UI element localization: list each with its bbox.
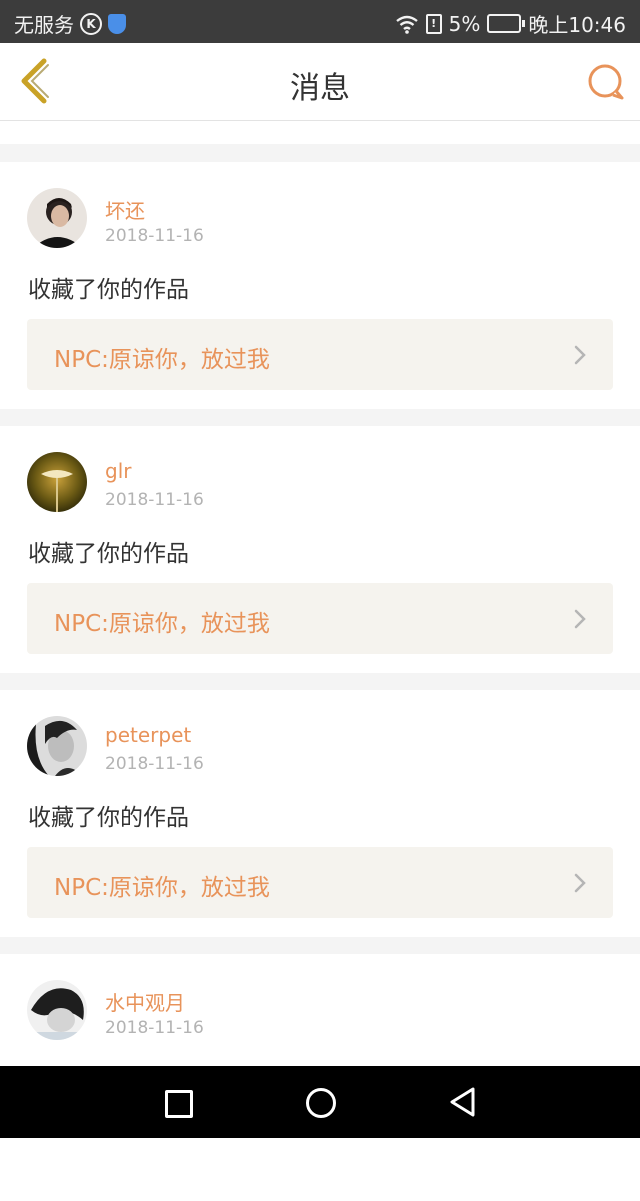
avatar[interactable] <box>27 980 87 1040</box>
work-title: NPC:原谅你，放过我 <box>54 347 270 373</box>
triangle-back-icon[interactable] <box>448 1086 478 1118</box>
status-right: ! 5% 晚上10:46 <box>395 9 626 38</box>
work-link[interactable]: NPC:原谅你，放过我 <box>27 583 613 654</box>
system-nav-bar <box>0 1066 640 1138</box>
username[interactable]: 水中观月 <box>105 987 185 1016</box>
previous-card-remnant <box>0 121 640 144</box>
avatar[interactable] <box>27 452 87 512</box>
work-title: NPC:原谅你，放过我 <box>54 611 270 637</box>
username[interactable]: 坏还 <box>105 195 145 224</box>
date: 2018-11-16 <box>105 1018 204 1038</box>
avatar-image <box>27 980 87 1040</box>
chevron-right-icon <box>574 873 586 893</box>
avatar[interactable] <box>27 188 87 248</box>
page-title: 消息 <box>290 71 350 106</box>
header: 消息 <box>0 43 640 121</box>
username[interactable]: peterpet <box>105 723 191 747</box>
action-text: 收藏了你的作品 <box>28 541 189 567</box>
work-link[interactable]: NPC:原谅你，放过我 <box>27 319 613 390</box>
carrier-label: 无服务 <box>14 13 74 37</box>
date: 2018-11-16 <box>105 226 204 246</box>
message-card: glr 2018-11-16 收藏了你的作品 NPC:原谅你，放过我 <box>0 426 640 673</box>
clock: 晚上10:46 <box>528 13 626 37</box>
chevron-right-icon <box>574 609 586 629</box>
date: 2018-11-16 <box>105 490 204 510</box>
avatar-image <box>27 452 87 512</box>
k-icon: K <box>80 12 102 35</box>
sim-alert-icon: ! <box>425 13 442 34</box>
work-link[interactable]: NPC:原谅你，放过我 <box>27 847 613 918</box>
battery-percent: 5% <box>448 11 481 36</box>
chat-bubble-icon[interactable] <box>586 62 626 102</box>
work-title: NPC:原谅你，放过我 <box>54 875 270 901</box>
avatar[interactable] <box>27 716 87 776</box>
date: 2018-11-16 <box>105 754 204 774</box>
wifi-icon <box>395 15 418 34</box>
message-card: 坏还 2018-11-16 收藏了你的作品 NPC:原谅你，放过我 <box>0 162 640 409</box>
action-text: 收藏了你的作品 <box>28 805 189 831</box>
avatar-image <box>27 716 87 776</box>
status-left: 无服务 K <box>14 9 126 38</box>
square-icon[interactable] <box>165 1090 193 1118</box>
battery-icon <box>487 14 526 33</box>
username[interactable]: glr <box>105 459 131 483</box>
shield-icon <box>108 13 126 34</box>
message-card: peterpet 2018-11-16 收藏了你的作品 NPC:原谅你，放过我 <box>0 690 640 937</box>
action-text: 收藏了你的作品 <box>28 277 189 303</box>
chevron-right-icon <box>574 345 586 365</box>
status-bar: 无服务 K ! 5% 晚上10:46 <box>0 0 640 43</box>
circle-icon[interactable] <box>306 1088 336 1118</box>
avatar-image <box>27 188 87 248</box>
